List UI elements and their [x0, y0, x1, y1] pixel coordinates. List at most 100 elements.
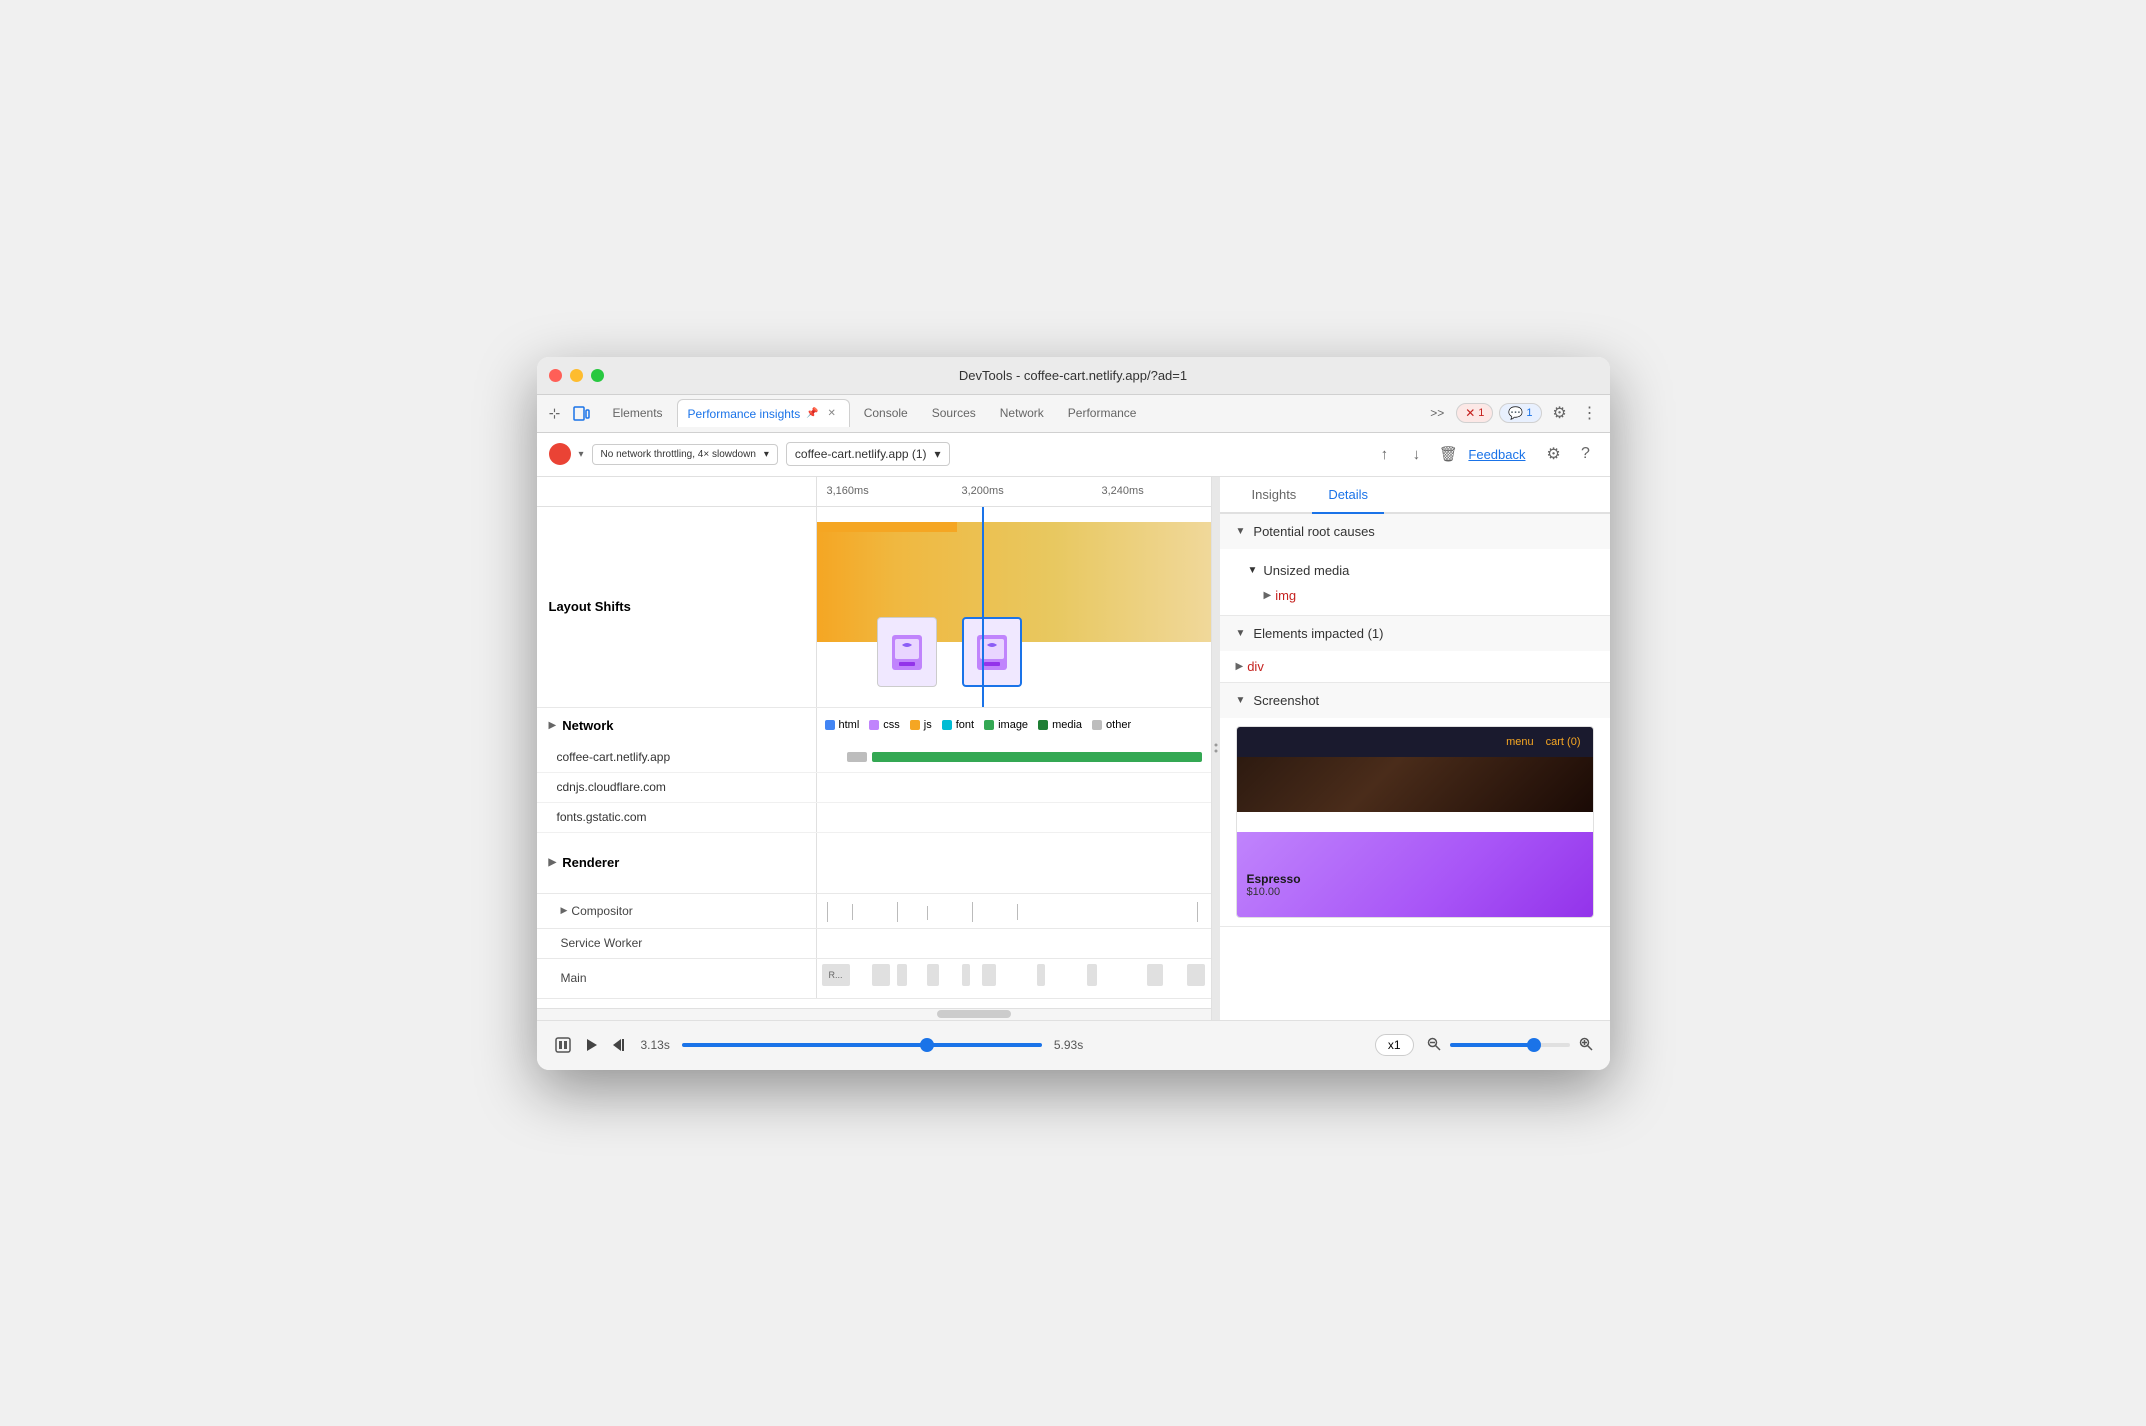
network-bar-green [872, 752, 1202, 762]
timestamp-2: 3,200ms [962, 485, 1004, 497]
network-bar-gray [847, 752, 867, 762]
play-button[interactable] [581, 1035, 601, 1055]
legend-media: media [1038, 719, 1082, 731]
skip-to-start-button[interactable] [609, 1035, 629, 1055]
scrollbar-thumb[interactable] [937, 1010, 1011, 1018]
screenshot-arrow: ▼ [1236, 695, 1246, 706]
root-causes-section: ▼ Potential root causes ▼ Unsized media … [1220, 514, 1610, 616]
network-row-1: coffee-cart.netlify.app [537, 743, 1211, 773]
record-button[interactable] [549, 443, 571, 465]
main-content: 3,160ms 3,200ms 3,240ms 3,280ms Layout S… [537, 477, 1610, 1020]
screenshot-product-card: Espresso $10.00 [1237, 832, 1593, 917]
main-task-7 [1037, 964, 1045, 986]
compositor-ticks [817, 894, 1211, 934]
timeline-scrollbar[interactable] [537, 1008, 1211, 1020]
toolbar: ▾ No network throttling, 4× slowdown ▾ c… [537, 433, 1610, 477]
tab-close-icon[interactable]: ✕ [825, 407, 839, 421]
main-task-6 [982, 964, 996, 986]
cursor-icon[interactable]: ⊹ [545, 403, 565, 423]
bottom-bar: 3.13s 5.93s x1 [537, 1020, 1610, 1070]
network-row-2: cdnjs.cloudflare.com [537, 773, 1211, 803]
play-controls [553, 1035, 629, 1055]
network-header-row: ▶ Network html css [537, 708, 1211, 743]
zoom-out-icon[interactable] [1426, 1036, 1442, 1055]
window-title: DevTools - coffee-cart.netlify.app/?ad=1 [959, 368, 1187, 383]
toolbar-actions: ↑ ↓ 🗑 Feedback ⚙ ? [1372, 442, 1597, 466]
tick-1 [827, 902, 828, 922]
legend-other: other [1092, 719, 1131, 731]
more-tabs-button[interactable]: >> [1424, 404, 1450, 422]
toolbar-settings-icon[interactable]: ⚙ [1542, 442, 1566, 466]
timeline-timestamps: 3,160ms 3,200ms 3,240ms 3,280ms [817, 477, 1211, 506]
speed-button[interactable]: x1 [1375, 1034, 1414, 1056]
feedback-button[interactable]: Feedback [1468, 447, 1525, 462]
time-slider[interactable] [682, 1043, 1042, 1047]
renderer-content [817, 833, 1211, 893]
close-button[interactable] [549, 369, 562, 382]
zoom-slider[interactable] [1450, 1043, 1570, 1047]
panel-divider[interactable] [1212, 477, 1220, 1020]
maximize-button[interactable] [591, 369, 604, 382]
network-row-2-label: cdnjs.cloudflare.com [537, 773, 817, 802]
div-link[interactable]: div [1247, 659, 1264, 674]
upload-icon[interactable]: ↑ [1372, 442, 1396, 466]
compositor-label: Compositor [537, 894, 817, 928]
service-worker-row: Service Worker [537, 929, 1211, 959]
minimize-button[interactable] [570, 369, 583, 382]
tick-7 [1197, 902, 1198, 922]
settings-icon[interactable]: ⚙ [1548, 401, 1572, 425]
main-row: Main R... [537, 959, 1211, 999]
layout-shifts-content[interactable] [817, 507, 1211, 707]
product-thumb-1[interactable] [877, 617, 937, 687]
url-dropdown[interactable]: coffee-cart.netlify.app (1) ▾ [786, 442, 950, 466]
time-start: 3.13s [641, 1038, 670, 1052]
root-causes-header[interactable]: ▼ Potential root causes [1220, 514, 1610, 549]
error-badge[interactable]: ✕ 1 [1456, 403, 1493, 423]
tabbar: ⊹ Elements Performance insights 📌 ✕ Cons… [537, 395, 1610, 433]
screenshot-toggle-icon[interactable] [553, 1035, 573, 1055]
unsized-media-header[interactable]: ▼ Unsized media [1248, 557, 1594, 584]
main-task-3 [897, 964, 907, 986]
insights-tab[interactable]: Insights [1236, 477, 1313, 514]
info-badge[interactable]: 💬 1 [1499, 403, 1541, 423]
tick-6 [1017, 904, 1018, 920]
tab-sources[interactable]: Sources [922, 399, 986, 427]
product-thumb-2[interactable] [962, 617, 1022, 687]
zoom-slider-thumb[interactable] [1527, 1038, 1541, 1052]
more-menu-icon[interactable]: ⋮ [1578, 401, 1602, 425]
tab-network[interactable]: Network [990, 399, 1054, 427]
tab-elements[interactable]: Elements [603, 399, 673, 427]
right-tabs: Insights Details [1220, 477, 1610, 514]
screenshot-product-name: Espresso [1247, 872, 1583, 886]
elements-impacted-header[interactable]: ▼ Elements impacted (1) [1220, 616, 1610, 651]
device-icon[interactable] [571, 403, 591, 423]
timeline-cursor [982, 507, 984, 707]
screenshot-section: ▼ Screenshot menu cart (0) [1220, 683, 1610, 927]
network-section: ▶ Network html css [537, 708, 1211, 833]
pin-icon: 📌 [806, 408, 818, 419]
tick-5 [972, 902, 973, 922]
time-slider-thumb[interactable] [920, 1038, 934, 1052]
tab-performance[interactable]: Performance [1058, 399, 1147, 427]
screenshot-header[interactable]: ▼ Screenshot [1220, 683, 1610, 718]
network-legend: html css js [817, 708, 1211, 743]
record-dropdown-arrow[interactable]: ▾ [579, 449, 584, 460]
compositor-row: Compositor [537, 894, 1211, 929]
root-causes-arrow: ▼ [1236, 526, 1246, 537]
zoom-in-icon[interactable] [1578, 1036, 1594, 1055]
throttle-dropdown[interactable]: No network throttling, 4× slowdown ▾ [592, 444, 778, 465]
tab-console[interactable]: Console [854, 399, 918, 427]
timeline-panel: 3,160ms 3,200ms 3,240ms 3,280ms Layout S… [537, 477, 1212, 1020]
details-tab[interactable]: Details [1312, 477, 1384, 514]
tab-performance-insights[interactable]: Performance insights 📌 ✕ [677, 399, 850, 427]
delete-icon[interactable]: 🗑 [1436, 442, 1460, 466]
download-icon[interactable]: ↓ [1404, 442, 1428, 466]
screenshot-preview-area: menu cart (0) Espresso $10.00 [1220, 718, 1610, 926]
timestamp-3: 3,240ms [1102, 485, 1144, 497]
img-link[interactable]: img [1275, 588, 1296, 603]
service-worker-label: Service Worker [537, 929, 817, 958]
traffic-lights [549, 369, 604, 382]
unsized-media-arrow: ▼ [1248, 565, 1258, 576]
toolbar-help-icon[interactable]: ? [1574, 442, 1598, 466]
zoom-slider-fill [1450, 1043, 1534, 1047]
